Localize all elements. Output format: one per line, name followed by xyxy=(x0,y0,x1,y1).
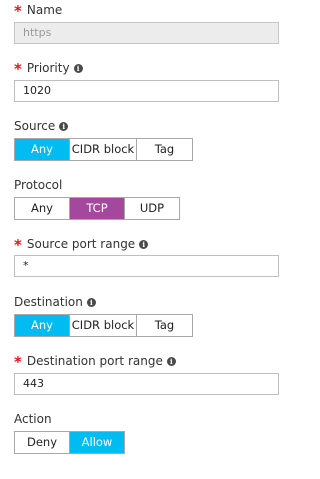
name-input[interactable]: https xyxy=(14,22,279,44)
action-option-allow[interactable]: Allow xyxy=(70,432,124,453)
protocol-label-row: Protocol xyxy=(14,177,62,193)
action-label-row: Action xyxy=(14,411,52,427)
source-option-any[interactable]: Any xyxy=(15,139,70,160)
destination-port-range-input[interactable]: 443 xyxy=(14,373,279,395)
destination-selector: Any CIDR block Tag xyxy=(14,314,193,337)
required-asterisk: * xyxy=(14,236,22,254)
source-port-range-input[interactable]: * xyxy=(14,255,279,277)
priority-label: Priority xyxy=(26,61,70,75)
priority-label-row: * Priority i xyxy=(14,60,83,78)
priority-input[interactable]: 1020 xyxy=(14,80,279,102)
required-asterisk: * xyxy=(14,2,22,20)
source-option-tag[interactable]: Tag xyxy=(137,139,192,160)
name-label: Name xyxy=(26,3,63,17)
destination-port-range-label: Destination port range xyxy=(26,354,163,368)
source-label-row: Source i xyxy=(14,118,69,134)
destination-option-cidr-block[interactable]: CIDR block xyxy=(70,315,137,336)
action-option-deny[interactable]: Deny xyxy=(15,432,70,453)
protocol-selector: Any TCP UDP xyxy=(14,197,180,220)
info-icon[interactable]: i xyxy=(73,63,83,73)
destination-option-any[interactable]: Any xyxy=(15,315,70,336)
destination-option-tag[interactable]: Tag xyxy=(137,315,192,336)
source-selector: Any CIDR block Tag xyxy=(14,138,193,161)
destination-label: Destination xyxy=(14,295,83,309)
info-icon[interactable]: i xyxy=(86,297,96,307)
protocol-option-tcp[interactable]: TCP xyxy=(70,198,125,219)
source-port-range-label-row: * Source port range i xyxy=(14,236,149,254)
action-label: Action xyxy=(14,412,52,426)
source-label: Source xyxy=(14,119,56,133)
source-option-cidr-block[interactable]: CIDR block xyxy=(70,139,137,160)
info-icon[interactable]: i xyxy=(139,239,149,249)
protocol-option-udp[interactable]: UDP xyxy=(125,198,179,219)
required-asterisk: * xyxy=(14,60,22,78)
required-asterisk: * xyxy=(14,353,22,371)
name-label-row: * Name xyxy=(14,2,63,20)
destination-label-row: Destination i xyxy=(14,294,96,310)
protocol-label: Protocol xyxy=(14,178,63,192)
action-selector: Deny Allow xyxy=(14,431,125,454)
protocol-option-any[interactable]: Any xyxy=(15,198,70,219)
info-icon[interactable]: i xyxy=(166,356,176,366)
destination-port-range-label-row: * Destination port range i xyxy=(14,353,176,371)
source-port-range-label: Source port range xyxy=(26,237,136,251)
info-icon[interactable]: i xyxy=(59,121,69,131)
